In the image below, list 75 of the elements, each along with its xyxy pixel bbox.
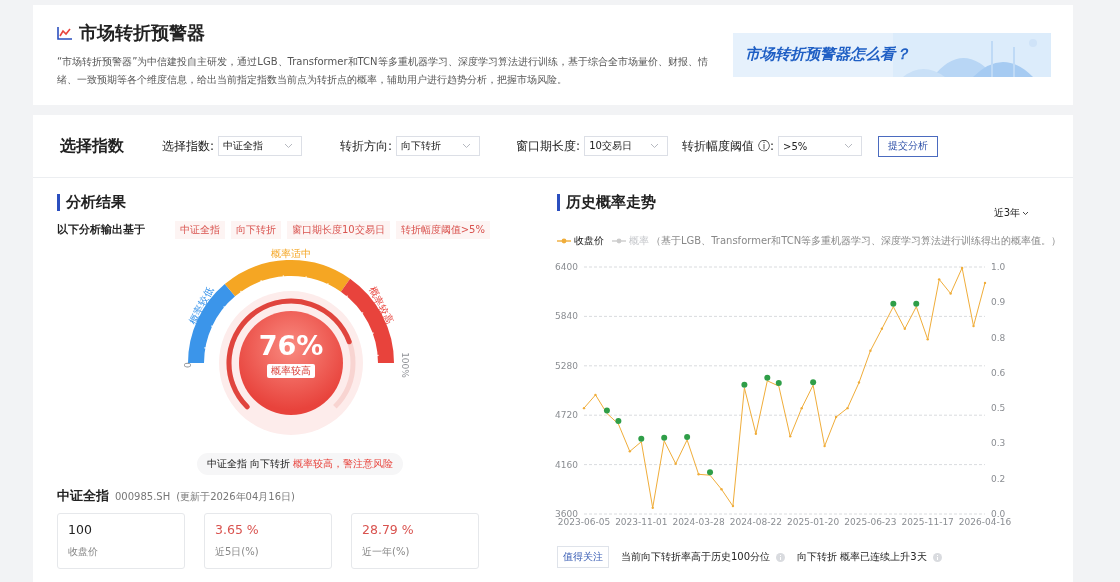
axis-tick-label: 2023-06-05 (557, 517, 611, 527)
index-code: 000985.SH (115, 491, 171, 502)
axis-tick-label: 5280 (555, 360, 578, 371)
legend-item[interactable]: 收盘价 (557, 234, 604, 248)
caret-icon (284, 143, 294, 149)
legend-line-icon (557, 238, 571, 244)
stat-label: 收盘价 (68, 545, 99, 559)
caret-icon (650, 143, 660, 149)
banner-title: 市场转折预警器怎么看？ (745, 45, 910, 64)
tag: 转折幅度阈值>5% (395, 221, 490, 239)
stat-label: 近5日(%) (215, 545, 260, 559)
gauge-value: 76% (257, 331, 325, 361)
notice-text: 当前向下转折率高于历史100分位 (621, 550, 771, 564)
dropdown[interactable]: 中证全指 (218, 136, 303, 156)
axis-tick-label: 2024-08-22 (729, 517, 782, 527)
axis-tick-label: 0.6 (991, 367, 1006, 378)
page-title: 市场转折预警器 (79, 21, 205, 45)
caret-icon (462, 143, 472, 149)
help-banner[interactable]: 市场转折预警器怎么看？ (733, 33, 1051, 77)
scale-min: 0 (182, 362, 192, 368)
tag: 中证全指 (175, 221, 225, 239)
dropdown[interactable]: 10交易日 (584, 136, 669, 156)
section-title: 选择指数 (60, 135, 125, 157)
section-title: 分析结果 (57, 194, 536, 211)
tag: 窗口期长度10交易日 (287, 221, 390, 239)
axis-tick-label: 2026-04-16 (958, 517, 1012, 527)
axis-tick-label: 0.9 (991, 297, 1006, 308)
caret-icon (844, 143, 853, 149)
axis-tick-label: 1.0 (991, 262, 1006, 272)
axis-tick-label: 6400 (555, 262, 578, 272)
dropdown[interactable]: >5% (778, 136, 862, 156)
legend-note: （基于LGB、Transformer和TCN等多重机器学习、深度学习算法进行训练得出的概率值。） (651, 234, 1062, 248)
range-dropdown[interactable]: 近3年 (993, 206, 1029, 220)
axis-tick-label: 2025-06-23 (844, 517, 897, 527)
legend-line-icon (612, 238, 626, 244)
stat-value: 3.65 % (215, 522, 260, 537)
field-label: 选择指数: (162, 137, 215, 155)
update-date: (更新于2026年04月16日) (176, 490, 295, 504)
info-icon[interactable] (932, 552, 942, 562)
section-title: 历史概率走势 (557, 194, 656, 211)
axis-tick-label: 2024-03-28 (672, 517, 725, 527)
axis-tick-label: 3600 (555, 509, 578, 519)
notice-tag: 值得关注 (557, 546, 609, 568)
axis-tick-label: 4160 (555, 459, 578, 470)
stat-label: 近一年(%) (362, 545, 411, 559)
summary-text: 中证全指 向下转折 概率较高，警注意风险 (197, 453, 404, 475)
description: “市场转折预警器”为中信建投自主研发，通过LGB、Transformer和TCN等多重机器学习、深度学习算法进行训练，基于综合全市场量价、财报、情绪、一致预期等各个维度信息，给出当前指定指数当前点为转折点的概率，辅助用户进行趋势分析，把握市场风险。 (57, 55, 709, 87)
field-label: 转折方向: (340, 137, 393, 155)
caret-icon (1022, 210, 1029, 216)
axis-tick-label: 5840 (555, 311, 578, 322)
stat-value: 28.79 % (362, 522, 415, 537)
submit-button[interactable]: 提交分析 (878, 135, 938, 157)
axis-tick-label: 2025-01-20 (787, 517, 840, 527)
axis-tick-label: 2023-11-01 (615, 517, 668, 527)
axis-tick-label: 0.8 (991, 332, 1006, 343)
zone-label: 概率适中 (271, 248, 311, 259)
zone-label: 概率较低 (186, 285, 216, 326)
scale-max: 100% (400, 352, 410, 378)
axis-tick-label: 4720 (555, 410, 578, 421)
axis-tick-label: 0.0 (991, 509, 1006, 519)
axis-tick-label: 0.5 (991, 403, 1006, 414)
notice-text: 向下转折 概率已连续上升3天 (797, 550, 927, 564)
index-name: 中证全指 (57, 488, 109, 505)
tag: 向下转折 (231, 221, 281, 239)
dropdown[interactable]: 向下转折 (396, 136, 481, 156)
axis-tick-label: 0.3 (991, 438, 1006, 449)
verdict-badge: 概率较高 (267, 364, 315, 378)
line-chart-icon (57, 26, 73, 40)
axis-tick-label: 0.2 (991, 473, 1006, 484)
field-label: 窗口期长度: (516, 137, 581, 155)
info-icon[interactable] (776, 552, 786, 562)
axis-tick-label: 2025-11-17 (901, 517, 954, 527)
field-label: 转折幅度阈值 ⓘ: (682, 137, 774, 155)
basis-label: 以下分析输出基于 (57, 223, 146, 237)
stat-value: 100 (68, 522, 93, 537)
